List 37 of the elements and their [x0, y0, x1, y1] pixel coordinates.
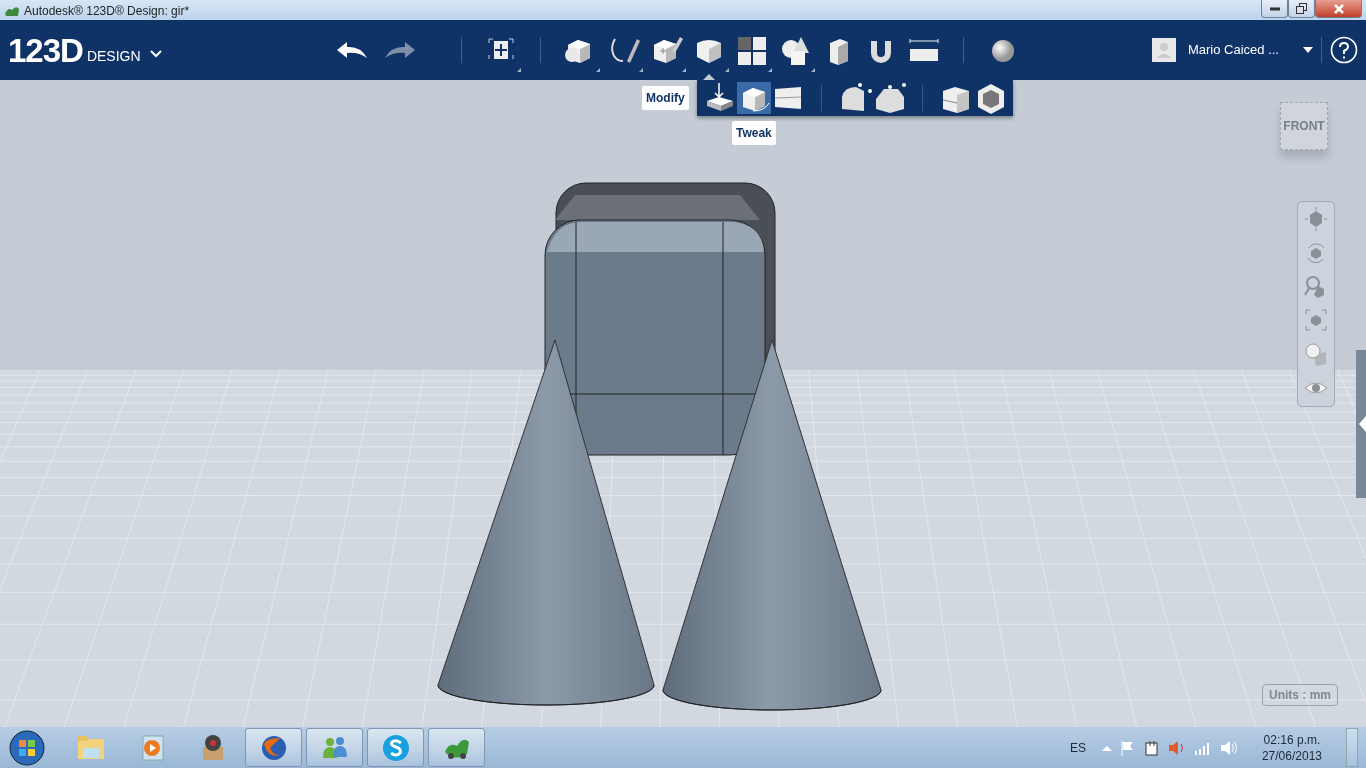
avatar-icon — [1151, 38, 1176, 62]
help-button[interactable] — [1330, 36, 1358, 64]
speaker-icon — [1167, 739, 1186, 756]
flag-icon — [1119, 739, 1136, 756]
people-taskbar-button[interactable] — [306, 728, 363, 767]
restore-button[interactable] — [1288, 0, 1315, 18]
caret-icon — [1303, 47, 1313, 53]
globe-taskbar-button[interactable] — [245, 728, 302, 767]
close-icon — [1333, 3, 1344, 14]
tool-tooltip: Tweak — [732, 121, 776, 145]
close-button[interactable] — [1315, 0, 1362, 18]
panel-toggle-icon[interactable] — [1359, 416, 1366, 432]
creature-taskbar-button[interactable] — [428, 728, 485, 767]
app-icon — [4, 4, 20, 18]
minimize-button[interactable] — [1261, 0, 1288, 18]
cube-arrow-tool[interactable] — [737, 82, 771, 114]
sphere-and-box-icon — [1304, 342, 1328, 368]
volume-icon — [1219, 739, 1238, 756]
question-mark-icon — [1330, 36, 1358, 64]
chevron-down-icon — [148, 48, 163, 59]
fit-icon — [1304, 308, 1328, 334]
redo-arrow-icon — [382, 40, 417, 60]
start-button[interactable] — [8, 728, 46, 767]
pan-arrows-icon — [1304, 206, 1328, 232]
window-title: Autodesk® 123D® Design: gir* — [24, 4, 190, 18]
user-menu-button[interactable]: Mario Caiced ... — [1187, 40, 1313, 60]
minimize-icon — [1269, 6, 1280, 11]
clock[interactable]: 02:16 p.m. 27/06/2013 — [1261, 731, 1322, 764]
restore-icon — [1296, 3, 1307, 14]
windows-logo-icon — [8, 728, 46, 767]
app-menu-button[interactable]: 123D DESIGN — [8, 33, 163, 67]
language-indicator[interactable]: ES — [1069, 738, 1086, 757]
units-label: Units : mm — [1262, 684, 1338, 706]
scroll-bar[interactable] — [1356, 350, 1366, 498]
up-arrow-icon — [1101, 743, 1112, 752]
s-logo-taskbar-button[interactable] — [367, 728, 424, 767]
tool-tooltip: Modify — [642, 86, 689, 110]
